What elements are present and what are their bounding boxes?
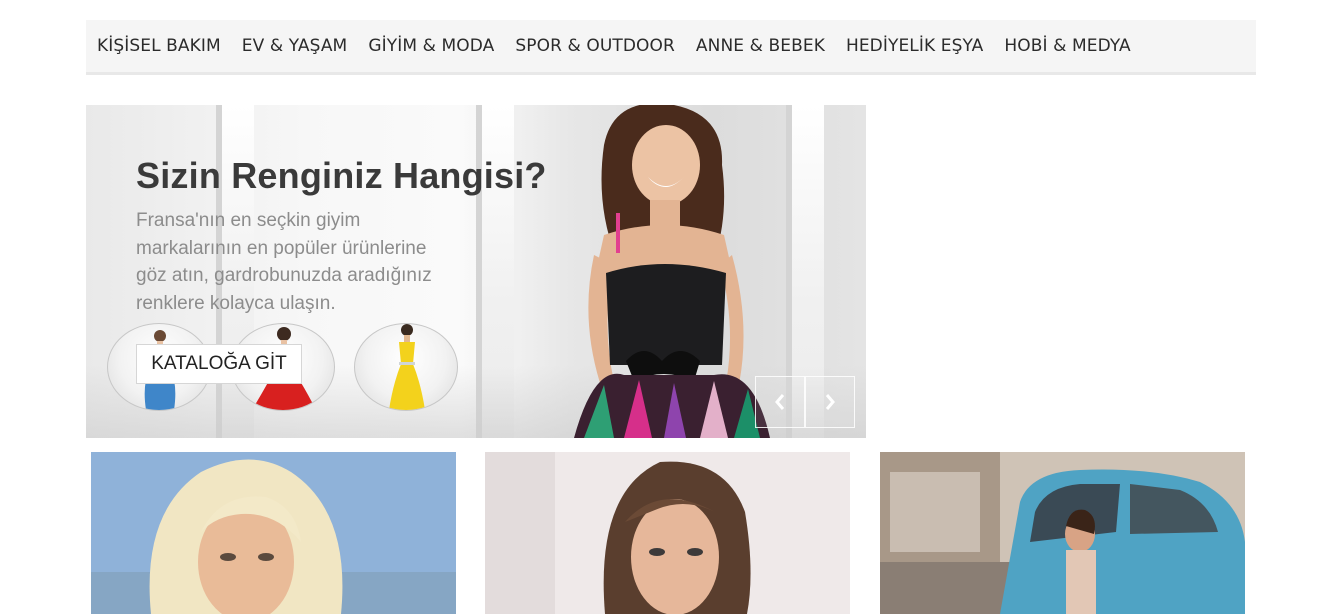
hero-description-line: göz atın, gardrobunuzda aradığınız — [136, 265, 432, 286]
nav-item-giyim-moda[interactable]: GİYİM & MODA — [368, 20, 494, 72]
nav-item-anne-bebek[interactable]: ANNE & BEBEK — [696, 20, 825, 72]
nav-item-hediyelik-esya[interactable]: HEDİYELİK EŞYA — [846, 20, 983, 72]
dress-figure — [389, 324, 425, 410]
hero-description-line: renklere kolayca ulaşın. — [136, 292, 336, 314]
product-card-vintage-car-model[interactable] — [880, 452, 1245, 614]
slider-prev-button[interactable] — [755, 376, 805, 428]
catalog-button[interactable]: KATALOĞA GİT — [136, 344, 302, 384]
hero-description: Fransa'nın en seçkin giyim markalarının … — [136, 207, 476, 317]
hero-title: Sizin Renginiz Hangisi? — [136, 155, 547, 196]
product-image — [880, 452, 1245, 614]
nav-item-spor-outdoor[interactable]: SPOR & OUTDOOR — [515, 20, 675, 72]
nav-item-hobi-medya[interactable]: HOBİ & MEDYA — [1004, 20, 1130, 72]
slider-next-button[interactable] — [805, 376, 855, 428]
product-card-brunette-model[interactable] — [485, 452, 850, 614]
main-category-nav: KİŞİSEL BAKIM EV & YAŞAM GİYİM & MODA SP… — [86, 20, 1256, 75]
nav-item-kisisel-bakim[interactable]: KİŞİSEL BAKIM — [97, 20, 221, 72]
product-image — [91, 452, 456, 614]
hero-description-line: markalarının en popüler ürünlerine — [136, 237, 427, 259]
product-image — [485, 452, 850, 614]
nav-item-ev-yasam[interactable]: EV & YAŞAM — [242, 20, 348, 72]
product-card-blonde-model[interactable] — [91, 452, 456, 614]
chevron-left-icon — [775, 394, 785, 410]
chevron-right-icon — [825, 394, 835, 410]
hero-slider: Sizin Renginiz Hangisi? Fransa'nın en se… — [86, 105, 866, 438]
hero-description-line: Fransa'nın en seçkin giyim — [136, 210, 361, 231]
yellow-dress-thumbnail[interactable] — [354, 323, 458, 411]
